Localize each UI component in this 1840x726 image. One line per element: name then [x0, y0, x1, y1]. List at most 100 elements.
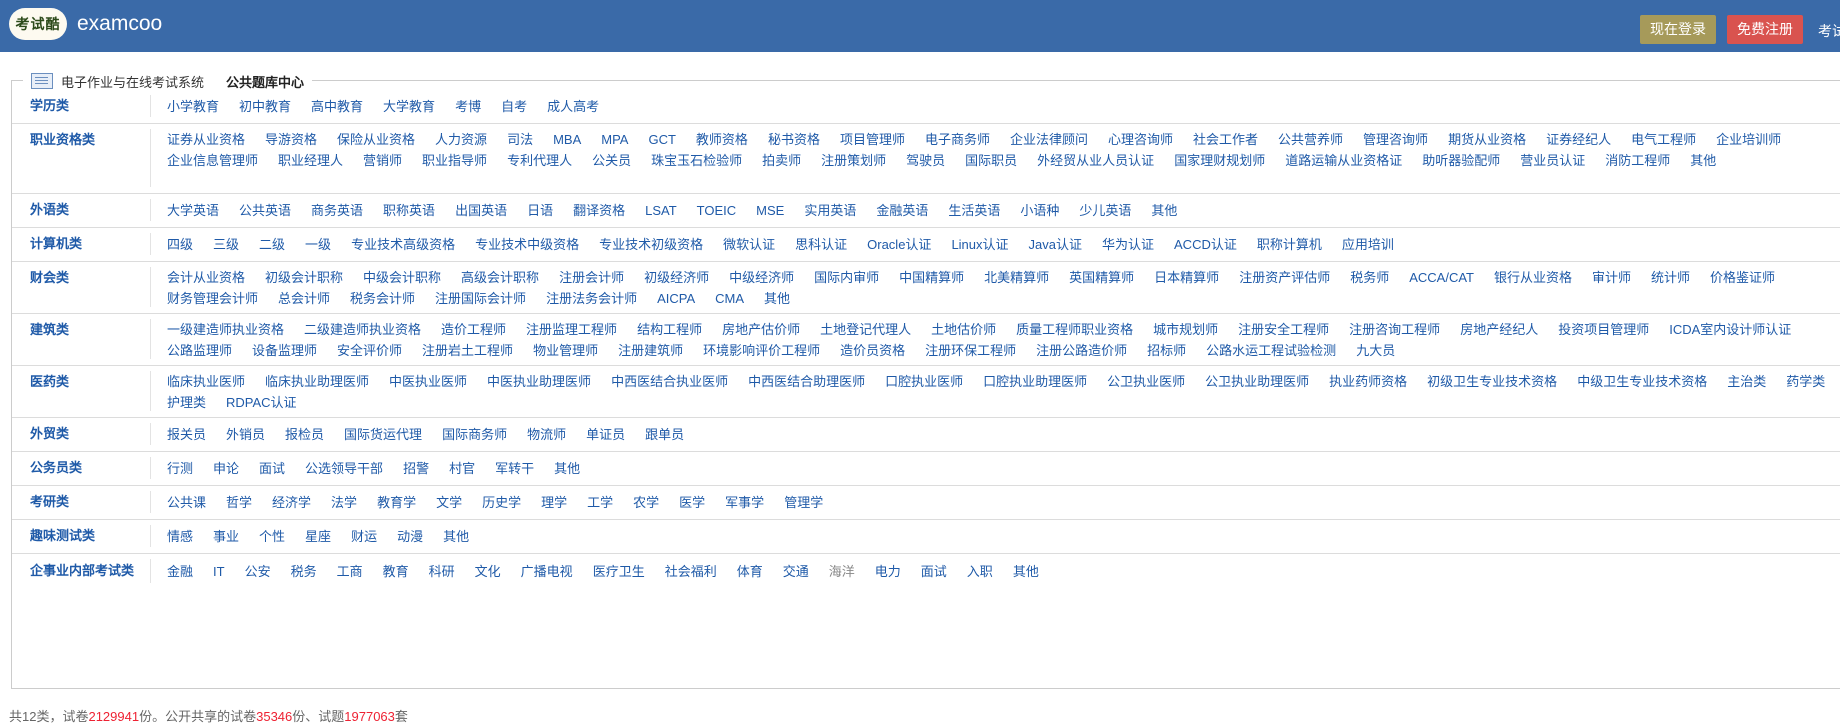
exam-link[interactable]: 农学: [633, 492, 659, 513]
exam-link[interactable]: 临床执业助理医师: [265, 371, 369, 392]
exam-link[interactable]: 公选领导干部: [305, 458, 383, 479]
exam-link[interactable]: LSAT: [645, 200, 677, 221]
exam-link[interactable]: 专业技术中级资格: [475, 234, 579, 255]
category-name[interactable]: 计算机类: [30, 227, 150, 261]
exam-link[interactable]: 物流师: [527, 424, 566, 445]
exam-link[interactable]: 日语: [527, 200, 553, 221]
exam-link[interactable]: 拍卖师: [762, 150, 801, 171]
exam-link[interactable]: 公关员: [592, 150, 631, 171]
exam-link[interactable]: 执业药师资格: [1329, 371, 1407, 392]
header-extra-link[interactable]: 考试: [1818, 21, 1840, 41]
exam-link[interactable]: 公卫执业医师: [1107, 371, 1185, 392]
exam-link[interactable]: 北美精算师: [984, 267, 1049, 288]
exam-link[interactable]: 总会计师: [278, 288, 330, 309]
exam-link[interactable]: 外经贸从业人员认证: [1037, 150, 1154, 171]
exam-link[interactable]: 英国精算师: [1069, 267, 1134, 288]
exam-link[interactable]: 专业技术初级资格: [599, 234, 703, 255]
exam-link[interactable]: 中医执业助理医师: [487, 371, 591, 392]
category-name[interactable]: 学历类: [30, 89, 150, 123]
exam-link[interactable]: 注册法务会计师: [546, 288, 637, 309]
category-name[interactable]: 外贸类: [30, 417, 150, 451]
exam-link[interactable]: 电力: [875, 561, 901, 582]
exam-link[interactable]: 结构工程师: [637, 319, 702, 340]
exam-link[interactable]: 审计师: [1592, 267, 1631, 288]
exam-link[interactable]: 设备监理师: [252, 340, 317, 361]
exam-link[interactable]: 管理学: [784, 492, 823, 513]
exam-link[interactable]: 其他: [443, 526, 469, 547]
exam-link[interactable]: 外销员: [226, 424, 265, 445]
exam-link[interactable]: 营销师: [363, 150, 402, 171]
exam-link[interactable]: ACCD认证: [1174, 234, 1237, 255]
exam-link[interactable]: 实用英语: [804, 200, 856, 221]
exam-link[interactable]: 造价工程师: [441, 319, 506, 340]
exam-link[interactable]: 初级经济师: [644, 267, 709, 288]
exam-link[interactable]: 考博: [455, 96, 481, 117]
exam-link[interactable]: 中国精算师: [899, 267, 964, 288]
exam-link[interactable]: 口腔执业助理医师: [983, 371, 1087, 392]
exam-link[interactable]: ICDA室内设计师认证: [1669, 319, 1791, 340]
exam-link[interactable]: 护理类: [167, 392, 206, 413]
exam-link[interactable]: 驾驶员: [906, 150, 945, 171]
exam-link[interactable]: 哲学: [226, 492, 252, 513]
category-name[interactable]: 职业资格类: [30, 129, 150, 150]
exam-link[interactable]: 初中教育: [239, 96, 291, 117]
exam-link[interactable]: 二级建造师执业资格: [304, 319, 421, 340]
exam-link[interactable]: 出国英语: [455, 200, 507, 221]
exam-link[interactable]: 应用培训: [1342, 234, 1394, 255]
exam-link[interactable]: 中西医结合执业医师: [611, 371, 728, 392]
exam-link[interactable]: 报检员: [285, 424, 324, 445]
exam-link[interactable]: 注册会计师: [559, 267, 624, 288]
exam-link[interactable]: 保险从业资格: [337, 129, 415, 150]
exam-link[interactable]: 中西医结合助理医师: [748, 371, 865, 392]
exam-link[interactable]: 营业员认证: [1520, 150, 1585, 171]
exam-link[interactable]: 公共营养师: [1278, 129, 1343, 150]
exam-link[interactable]: 价格鉴证师: [1710, 267, 1775, 288]
exam-link[interactable]: 注册环保工程师: [925, 340, 1016, 361]
exam-link[interactable]: CMA: [715, 288, 744, 309]
exam-link[interactable]: 面试: [921, 561, 947, 582]
exam-link[interactable]: 注册策划师: [821, 150, 886, 171]
exam-link[interactable]: 初级会计职称: [265, 267, 343, 288]
exam-link[interactable]: MPA: [601, 129, 628, 150]
exam-link[interactable]: 中级卫生专业技术资格: [1577, 371, 1707, 392]
exam-link[interactable]: 金融英语: [876, 200, 928, 221]
exam-link[interactable]: 药学类: [1786, 371, 1825, 392]
exam-link[interactable]: 工商: [337, 561, 363, 582]
exam-link[interactable]: 报关员: [167, 424, 206, 445]
exam-link[interactable]: 星座: [305, 526, 331, 547]
exam-link[interactable]: 科研: [429, 561, 455, 582]
exam-link[interactable]: 跟单员: [645, 424, 684, 445]
exam-link[interactable]: 事业: [213, 526, 239, 547]
exam-link[interactable]: 面试: [259, 458, 285, 479]
exam-link[interactable]: 职称英语: [383, 200, 435, 221]
exam-link[interactable]: 统计师: [1651, 267, 1690, 288]
exam-link[interactable]: 财务管理会计师: [167, 288, 258, 309]
category-name[interactable]: 企事业内部考试类: [30, 553, 150, 589]
exam-link[interactable]: 九大员: [1356, 340, 1395, 361]
exam-link[interactable]: 房地产估价师: [722, 319, 800, 340]
exam-link[interactable]: 军事学: [725, 492, 764, 513]
exam-link[interactable]: 村官: [449, 458, 475, 479]
category-name[interactable]: 建筑类: [30, 319, 150, 340]
exam-link[interactable]: 专业技术高级资格: [351, 234, 455, 255]
exam-link[interactable]: 税务会计师: [350, 288, 415, 309]
exam-link[interactable]: 人力资源: [435, 129, 487, 150]
exam-link[interactable]: 少儿英语: [1079, 200, 1131, 221]
exam-link[interactable]: 其他: [554, 458, 580, 479]
exam-link[interactable]: 二级: [259, 234, 285, 255]
exam-link[interactable]: 公共英语: [239, 200, 291, 221]
exam-link[interactable]: 国家理财规划师: [1174, 150, 1265, 171]
exam-link[interactable]: MSE: [756, 200, 784, 221]
exam-link[interactable]: 证券经纪人: [1546, 129, 1611, 150]
exam-link[interactable]: 土地登记代理人: [820, 319, 911, 340]
exam-link[interactable]: 主治类: [1727, 371, 1766, 392]
exam-link[interactable]: 入职: [967, 561, 993, 582]
exam-link[interactable]: 四级: [167, 234, 193, 255]
exam-link[interactable]: 一级建造师执业资格: [167, 319, 284, 340]
exam-link[interactable]: 注册监理工程师: [526, 319, 617, 340]
exam-link[interactable]: 商务英语: [311, 200, 363, 221]
exam-link[interactable]: 注册公路造价师: [1036, 340, 1127, 361]
exam-link[interactable]: 物业管理师: [533, 340, 598, 361]
exam-link[interactable]: 城市规划师: [1153, 319, 1218, 340]
exam-link[interactable]: 自考: [501, 96, 527, 117]
